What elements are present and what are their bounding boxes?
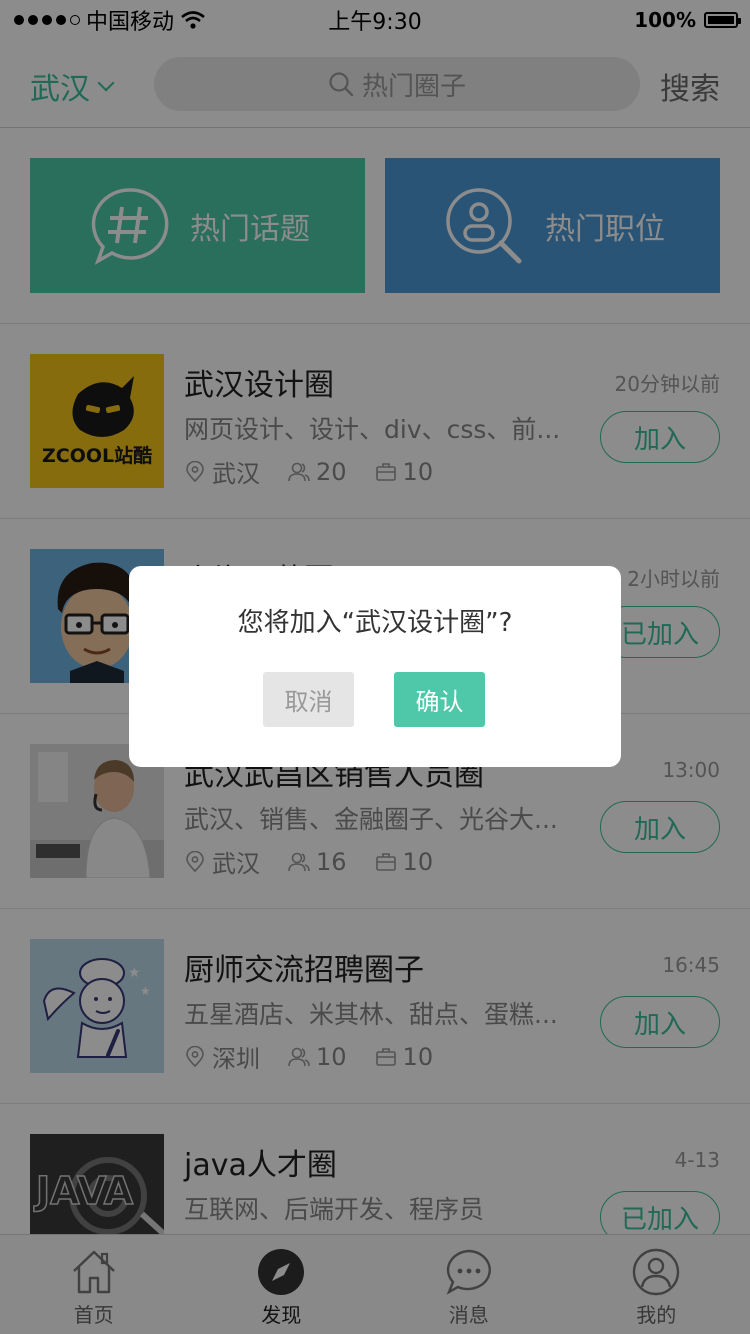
cancel-button[interactable]: 取消 [263,672,354,727]
dialog-message: 您将加入“武汉设计圈”? [237,608,513,638]
confirm-button[interactable]: 确认 [394,672,485,727]
confirm-dialog: 您将加入“武汉设计圈”? 取消 确认 [129,566,621,767]
